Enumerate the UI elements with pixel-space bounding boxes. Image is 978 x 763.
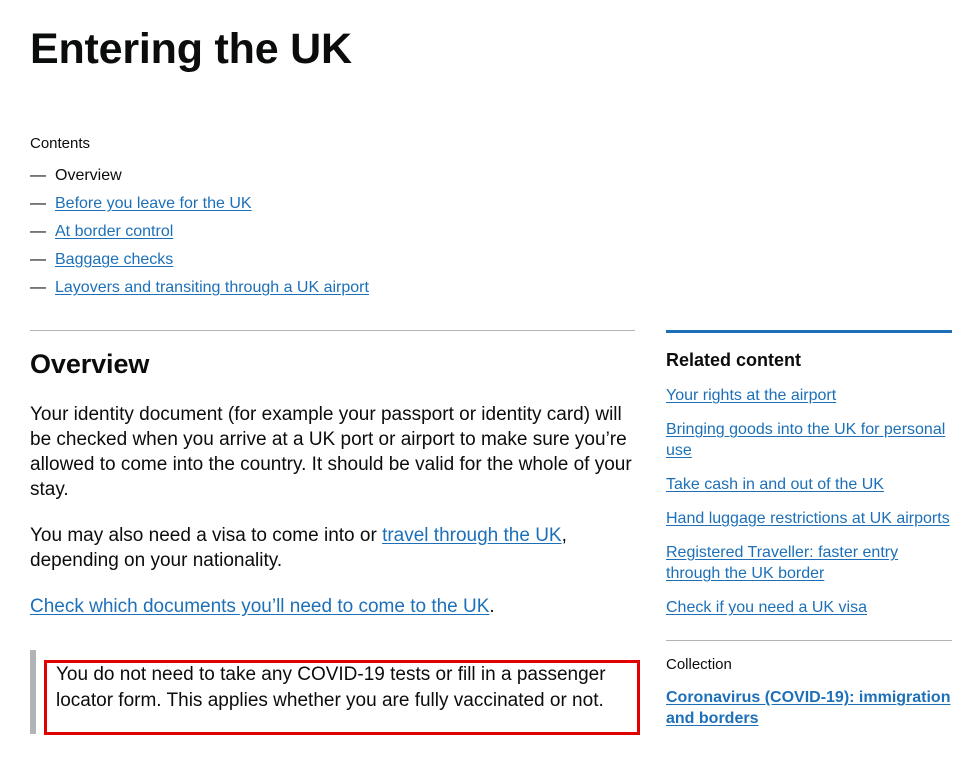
contents-item-baggage-checks[interactable]: — Baggage checks	[30, 246, 630, 274]
related-link-check-if-you-need-a-uk-visa[interactable]: Check if you need a UK visa	[666, 599, 867, 616]
list-item: Registered Traveller: faster entry throu…	[666, 542, 952, 584]
covid-notice-text: You do not need to take any COVID-19 tes…	[56, 664, 606, 711]
list-item: Check if you need a UK visa	[666, 597, 952, 618]
contents-label-overview: Overview	[55, 167, 122, 184]
content-divider	[30, 330, 635, 331]
main-content-column: Overview Your identity document (for exa…	[30, 349, 638, 619]
related-content-list: Your rights at the airport Bringing good…	[666, 385, 952, 618]
overview-paragraph-2: You may also need a visa to come into or…	[30, 523, 638, 573]
list-item: Your rights at the airport	[666, 385, 952, 406]
contents-link-before-you-leave[interactable]: Before you leave for the UK	[55, 194, 252, 214]
related-link-hand-luggage-restrictions[interactable]: Hand luggage restrictions at UK airports	[666, 510, 950, 527]
contents-link-at-border-control[interactable]: At border control	[55, 222, 173, 242]
overview-paragraph-3: Check which documents you’ll need to com…	[30, 594, 638, 619]
contents-link-layovers[interactable]: Layovers and transiting through a UK air…	[55, 278, 369, 298]
contents-item-at-border-control[interactable]: — At border control	[30, 218, 630, 246]
related-link-take-cash-in-and-out[interactable]: Take cash in and out of the UK	[666, 476, 884, 493]
overview-paragraph-1: Your identity document (for example your…	[30, 403, 632, 500]
list-item: Bringing goods into the UK for personal …	[666, 419, 952, 461]
inset-callout: You do not need to take any COVID-19 tes…	[30, 650, 640, 734]
list-item: Take cash in and out of the UK	[666, 474, 952, 495]
contents-block: Contents — Overview — Before you leave f…	[30, 134, 630, 302]
collection-section: Collection Coronavirus (COVID-19): immig…	[666, 640, 952, 729]
page-title: Entering the UK	[30, 25, 352, 73]
contents-item-before-you-leave[interactable]: — Before you leave for the UK	[30, 190, 630, 218]
section-heading-overview: Overview	[30, 349, 150, 379]
sidebar: Related content Your rights at the airpo…	[666, 330, 952, 729]
collection-label: Collection	[666, 656, 732, 673]
collection-link-coronavirus-immigration-and-borders[interactable]: Coronavirus (COVID-19): immigration and …	[666, 689, 950, 727]
contents-item-overview: — Overview	[30, 162, 630, 190]
travel-through-uk-link[interactable]: travel through the UK	[382, 525, 562, 546]
paragraph-3-period: .	[489, 595, 495, 617]
contents-list: — Overview — Before you leave for the UK…	[30, 162, 630, 302]
page-root: Entering the UK Contents — Overview — Be…	[0, 0, 978, 763]
em-dash-icon: —	[30, 167, 46, 184]
check-documents-link[interactable]: Check which documents you’ll need to com…	[30, 596, 489, 617]
related-content-section: Related content Your rights at the airpo…	[666, 330, 952, 618]
contents-heading: Contents	[30, 135, 91, 152]
related-link-bringing-goods-into-uk[interactable]: Bringing goods into the UK for personal …	[666, 421, 945, 459]
related-content-heading: Related content	[666, 350, 802, 370]
contents-item-layovers[interactable]: — Layovers and transiting through a UK a…	[30, 274, 630, 302]
contents-link-baggage-checks[interactable]: Baggage checks	[55, 250, 173, 270]
em-dash-icon: —	[30, 279, 46, 296]
em-dash-icon: —	[30, 195, 46, 212]
paragraph-2-text-before: You may also need a visa to come into or	[30, 524, 383, 546]
em-dash-icon: —	[30, 223, 46, 240]
related-link-registered-traveller[interactable]: Registered Traveller: faster entry throu…	[666, 544, 898, 582]
em-dash-icon: —	[30, 251, 46, 268]
list-item: Hand luggage restrictions at UK airports	[666, 508, 952, 529]
inset-callout-wrapper: You do not need to take any COVID-19 tes…	[30, 650, 640, 734]
related-link-your-rights-at-the-airport[interactable]: Your rights at the airport	[666, 387, 836, 404]
